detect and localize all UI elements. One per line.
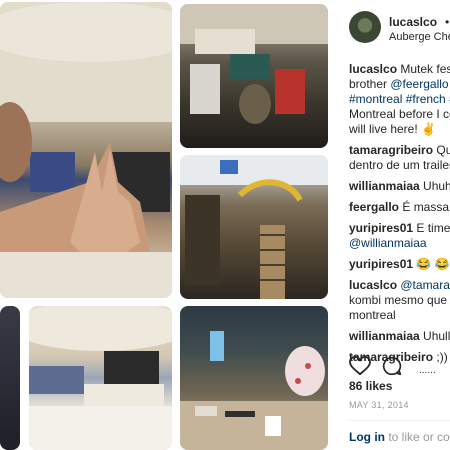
- comment: yuripires01 😂 😂 😂: [349, 257, 450, 272]
- comment-text: Uhuhu: [423, 179, 450, 193]
- avatar[interactable]: [349, 11, 381, 43]
- comment: lucaslco @tamarag: [349, 278, 450, 293]
- comment-user[interactable]: willianmaiaa: [349, 329, 420, 343]
- comment-continuation: kombi mesmo que é: [349, 293, 450, 308]
- hashtag-link[interactable]: #: [446, 92, 450, 106]
- comment-text: brother: [349, 77, 391, 91]
- separator-dot: •: [445, 15, 450, 29]
- comment-text: E time n: [416, 221, 450, 235]
- mention-link[interactable]: @tamarag: [400, 278, 450, 292]
- comment-text: will live here! ✌️: [349, 122, 436, 136]
- author-username[interactable]: lucaslco: [389, 15, 437, 29]
- login-prompt: Log in to like or com: [349, 430, 450, 444]
- comment-user[interactable]: tamaragribeiro: [349, 143, 433, 157]
- hashtag-link[interactable]: #french: [402, 92, 446, 106]
- photo-van-cabin[interactable]: [180, 306, 328, 450]
- post-header: lucaslco • F Auberge Chez: [349, 11, 450, 47]
- comment-user[interactable]: lucaslco: [349, 62, 397, 76]
- action-bar: [349, 354, 449, 376]
- mention-link[interactable]: @feergallo: [390, 77, 448, 91]
- likes-count[interactable]: 86 likes: [349, 379, 392, 393]
- comment: yuripires01 E time n: [349, 221, 450, 236]
- mention-link[interactable]: @willianmaiaa: [349, 236, 427, 250]
- comment-text: montreal: [349, 308, 396, 322]
- comment-user[interactable]: yuripires01: [349, 257, 413, 271]
- van-bed-illustration: [29, 306, 172, 450]
- comment-user[interactable]: lucaslco: [349, 278, 397, 292]
- comment: feergallo É massa m: [349, 200, 450, 215]
- comment-user[interactable]: willianmaiaa: [349, 179, 420, 193]
- comment-continuation: montreal: [349, 308, 450, 323]
- photo-grid: [0, 0, 336, 450]
- trailer-illustration: [180, 4, 328, 124]
- heart-icon[interactable]: [349, 356, 371, 376]
- comment-user[interactable]: feergallo: [349, 200, 399, 214]
- comment-text: kombi mesmo que é: [349, 293, 450, 307]
- caption-line: #montreal #french #: [349, 92, 450, 107]
- comment-text: Uhulll: [419, 329, 450, 343]
- login-link[interactable]: Log in: [349, 430, 385, 444]
- comment-bubble-icon[interactable]: [382, 356, 402, 376]
- comment-user[interactable]: yuripires01: [349, 221, 413, 235]
- comment-text: É massa m: [402, 200, 450, 214]
- comment-continuation: @willianmaiaa: [349, 236, 450, 251]
- comment-text: 😂 😂 😂: [416, 257, 450, 271]
- caption-line: brother @feergallo #: [349, 77, 450, 92]
- caption-line: will live here! ✌️: [349, 122, 450, 137]
- location-link[interactable]: Auberge Chez: [389, 31, 450, 43]
- divider: [349, 420, 450, 421]
- photo-selfie-in-van[interactable]: [0, 2, 172, 298]
- photo-van-bed[interactable]: [29, 306, 172, 450]
- comment-list: lucaslco Mutek festi brother @feergallo …: [349, 62, 450, 377]
- caption-line: Montreal before I co: [349, 107, 450, 122]
- comment: willianmaiaa Uhulll: [349, 329, 450, 344]
- post-date: MAY 31, 2014: [349, 400, 409, 410]
- comment-continuation: dentro de um trailer?: [349, 158, 450, 173]
- hashtag-link[interactable]: #montreal: [349, 92, 402, 106]
- comment: tamaragribeiro Que: [349, 143, 450, 158]
- van-cabin-illustration: [180, 331, 328, 450]
- selfie-illustration: [0, 2, 172, 298]
- comment: willianmaiaa Uhuhu: [349, 179, 450, 194]
- comment-text: Montreal before I co: [349, 107, 450, 121]
- post-sidebar: lucaslco • F Auberge Chez lucaslco Mutek…: [336, 0, 450, 450]
- staircase-illustration: [180, 155, 328, 299]
- photo-warehouse-staircase[interactable]: [180, 155, 328, 299]
- photo-trailer-interior[interactable]: [180, 4, 328, 148]
- comment-text: Mutek festi: [400, 62, 450, 76]
- login-prompt-text: to like or com: [388, 430, 450, 444]
- comment-text: dentro de um trailer?: [349, 158, 450, 172]
- photo-partial[interactable]: [0, 306, 20, 450]
- comment-text: Que: [436, 143, 450, 157]
- caption-line: lucaslco Mutek festi: [349, 62, 450, 77]
